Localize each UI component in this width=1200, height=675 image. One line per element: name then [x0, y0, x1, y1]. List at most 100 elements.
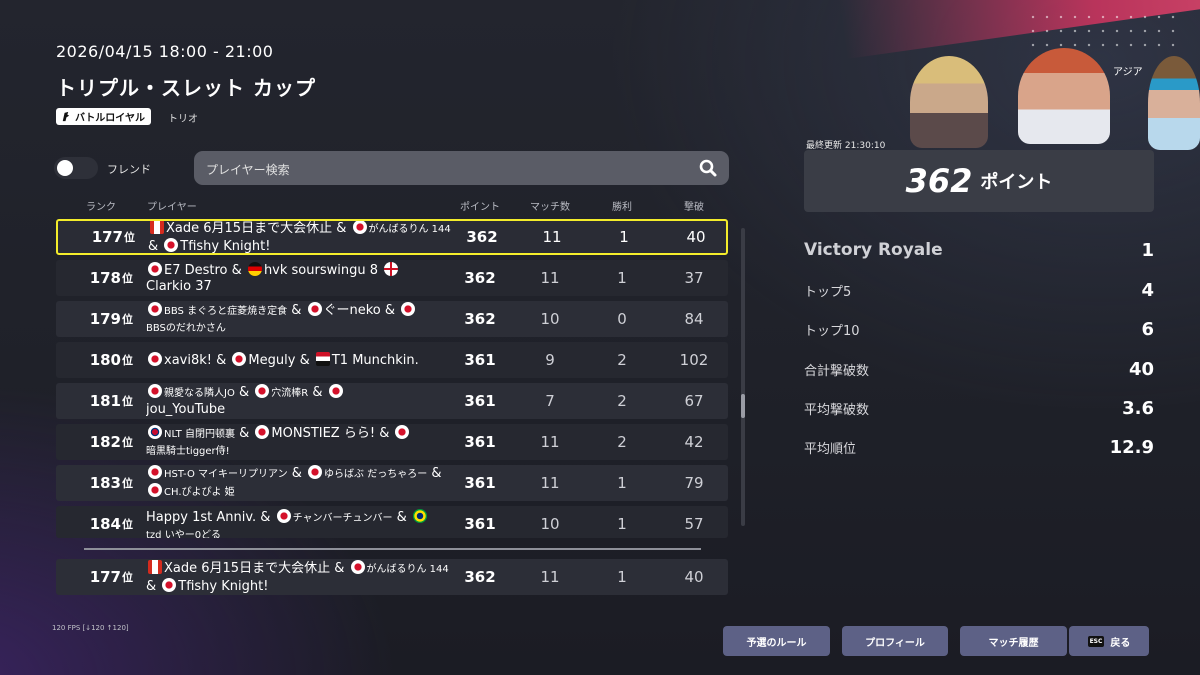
- player-cell: Xade 6月15日まで大会休止 & がんばるりん 144 & Tfishy K…: [148, 221, 453, 253]
- dot-pattern: [1026, 10, 1176, 50]
- total-points-label: ポイント: [980, 172, 1053, 193]
- canada-flag-icon: [150, 221, 164, 234]
- matches-cell: 11: [540, 568, 560, 586]
- rank-cell: 177 位: [58, 221, 135, 253]
- japan-flag-icon: [276, 509, 291, 523]
- stat-label: Victory Royale: [804, 240, 943, 260]
- japan-flag-icon: [148, 301, 162, 316]
- rank-cell: 179 位: [56, 301, 133, 337]
- wins-cell: 2: [617, 392, 627, 410]
- player-separator: &: [384, 302, 396, 318]
- rank-suffix: 位: [122, 436, 133, 449]
- matches-cell: 11: [540, 269, 560, 287]
- japan-flag-icon: [328, 384, 343, 398]
- profile-button[interactable]: プロフィール: [842, 626, 948, 656]
- toggle-knob: [57, 160, 73, 176]
- player-name: MONSTIEZ らら!: [271, 425, 376, 441]
- player-separator: &: [299, 352, 310, 368]
- player-cell: xavi8k! & Meguly & T1 Munchkin.: [146, 342, 451, 378]
- friend-toggle-label: フレンド: [107, 163, 151, 176]
- profile-button-label: プロフィール: [865, 637, 925, 649]
- brazil-flag-icon: [412, 509, 427, 523]
- japan-flag-icon: [255, 424, 270, 439]
- points-cell: 361: [464, 474, 496, 492]
- player-name: Xade 6月15日まで大会休止: [166, 221, 333, 236]
- table-row[interactable]: 178 位 E7 Destro & hvk sourswingu 8 Clarki…: [56, 260, 728, 296]
- table-row[interactable]: 182 位 NLT 自閉円顿裏 & MONSTIEZ らら! & 暗黒騎士tigg…: [56, 424, 728, 460]
- player-name: チャンバーチュンバー: [292, 513, 393, 524]
- player-name: Tfishy Knight!: [178, 578, 269, 594]
- player-separator: &: [146, 578, 157, 594]
- player-separator: &: [260, 510, 271, 525]
- esc-key-icon: ESC: [1087, 635, 1105, 647]
- total-points-value: 362: [905, 162, 973, 200]
- matches-cell: 9: [545, 351, 555, 369]
- japan-flag-icon: [352, 221, 367, 234]
- table-row[interactable]: 184 位 Happy 1st Anniv. & チャンバーチュンバー & tzd…: [56, 506, 728, 538]
- stat-total-elims: 合計撃破数 40: [804, 354, 1154, 384]
- region-label: アジア: [1113, 67, 1143, 78]
- rank-suffix: 位: [122, 571, 133, 584]
- player-separator: &: [291, 302, 302, 318]
- elims-cell: 42: [684, 433, 704, 451]
- canada-flag-icon: [148, 559, 162, 574]
- table-row[interactable]: 180 位 xavi8k! & Meguly & T1 Munchkin. 361…: [56, 342, 728, 378]
- table-row[interactable]: 183 位 HST-O マイキーリプリアン & ゆらばぶ だっちゃろー & CH.…: [56, 465, 728, 501]
- rank-suffix: 位: [124, 231, 135, 244]
- matches-cell: 11: [542, 228, 562, 246]
- rank-value: 180: [89, 351, 121, 369]
- table-row[interactable]: 179 位 BBS まぐろと症菱焼き定食 & ぐーneko & BBSのだれかさん…: [56, 301, 728, 337]
- player-name: がんばるりん 144: [366, 563, 449, 575]
- rules-button[interactable]: 予選のルール: [723, 626, 830, 656]
- player-name: Xade 6月15日まで大会休止: [164, 560, 331, 576]
- rank-value: 181: [89, 392, 121, 410]
- wins-cell: 1: [617, 474, 627, 492]
- table-row[interactable]: 181 位 親愛なる隣人JO & 穴流棒R & jou_YouTube 361 7…: [56, 383, 728, 419]
- japan-flag-icon: [255, 384, 270, 398]
- elims-cell: 37: [684, 269, 704, 287]
- rank-value: 183: [89, 474, 121, 492]
- player-name: Meguly: [248, 352, 296, 368]
- points-cell: 361: [464, 392, 496, 410]
- matches-cell: 11: [540, 474, 560, 492]
- event-title: トリプル・スレット カップ: [56, 76, 316, 100]
- points-cell: 361: [464, 515, 496, 533]
- stat-value: 6: [1141, 318, 1154, 340]
- back-button[interactable]: ESC 戻る: [1069, 626, 1149, 656]
- stat-label: 平均撃破数: [804, 402, 870, 418]
- rank-suffix: 位: [122, 272, 133, 285]
- friend-toggle[interactable]: [54, 157, 98, 179]
- japan-flag-icon: [401, 301, 416, 316]
- rank-suffix: 位: [122, 477, 133, 490]
- table-row-self[interactable]: 177 位 Xade 6月15日まで大会休止 & がんばるりん 144 & Tfi…: [56, 219, 728, 255]
- player-separator: &: [336, 221, 347, 236]
- matches-cell: 10: [540, 515, 560, 533]
- scrollbar-track[interactable]: [741, 228, 745, 526]
- header-rank: ランク: [86, 202, 116, 213]
- player-name: Clarkio 37: [146, 278, 212, 294]
- player-cell: Xade 6月15日まで大会休止 & がんばるりん 144 & Tfishy K…: [146, 559, 451, 595]
- player-separator: &: [379, 425, 390, 441]
- scrollbar-thumb[interactable]: [741, 394, 745, 418]
- player-cell: NLT 自閉円顿裏 & MONSTIEZ らら! & 暗黒騎士tigger侍!: [146, 424, 451, 460]
- player-name: T1 Munchkin.: [331, 352, 419, 368]
- pinned-self-row[interactable]: 177 位 Xade 6月15日まで大会休止 & がんばるりん 144 & Tfi…: [56, 559, 728, 595]
- player-cell: 親愛なる隣人JO & 穴流棒R & jou_YouTube: [146, 383, 451, 419]
- player-separator: &: [396, 510, 407, 525]
- teammate-portrait-1: [910, 56, 988, 148]
- match-history-button-label: マッチ履歴: [988, 637, 1039, 649]
- stat-value: 1: [1141, 239, 1154, 261]
- player-name: HST-O マイキーリプリアン: [164, 469, 288, 480]
- rank-cell: 183 位: [56, 465, 133, 501]
- match-history-button[interactable]: マッチ履歴: [960, 626, 1067, 656]
- player-separator: &: [239, 425, 250, 441]
- player-separator: &: [238, 385, 250, 400]
- japan-flag-icon: [148, 351, 162, 366]
- rank-value: 184: [89, 515, 121, 533]
- player-name: NLT 自閉円顿裏: [164, 428, 235, 440]
- stat-victory-royale: Victory Royale 1: [804, 235, 1154, 265]
- search-icon[interactable]: [698, 158, 718, 178]
- rank-suffix: 位: [122, 313, 133, 326]
- elims-cell: 40: [684, 568, 704, 586]
- player-separator: &: [231, 262, 242, 278]
